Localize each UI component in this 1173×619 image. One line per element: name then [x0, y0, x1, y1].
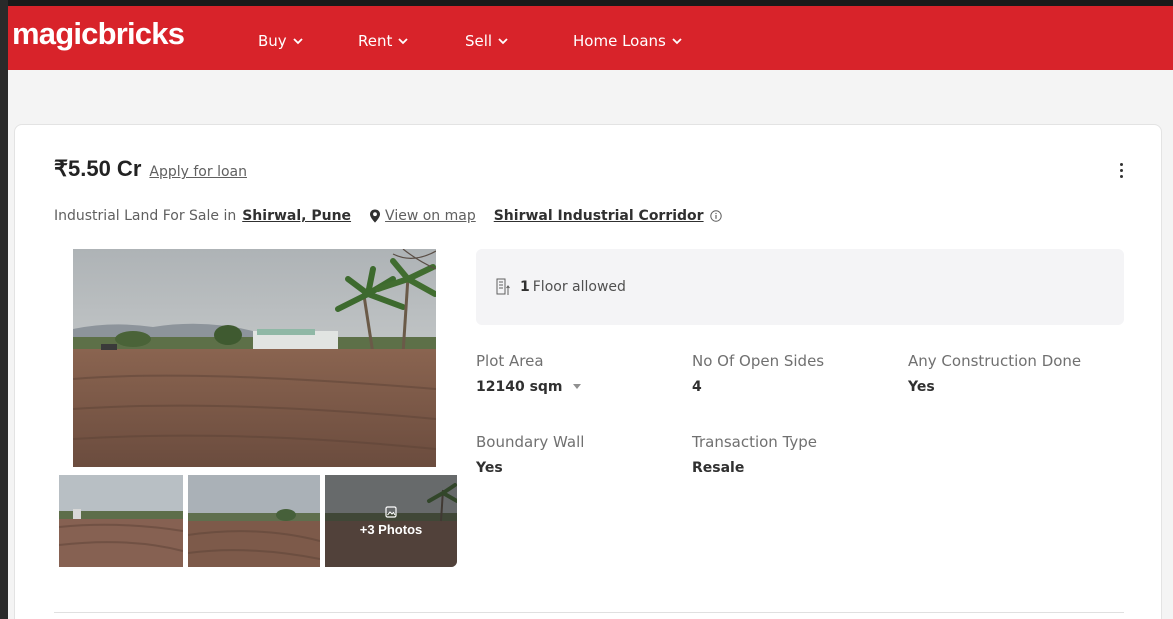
price-row: ₹5.50 Cr Apply for loan — [54, 156, 247, 182]
window-frame-left — [0, 0, 8, 619]
attr-label: Boundary Wall — [476, 433, 585, 451]
thumbnail-image — [59, 475, 183, 567]
attr-open-sides: No Of Open Sides 4 — [692, 352, 824, 395]
nav-sell-label: Sell — [465, 32, 493, 50]
map-pin-icon — [370, 209, 381, 223]
section-divider — [54, 612, 1124, 613]
property-type-text: Industrial Land For Sale in — [54, 208, 237, 224]
nav-buy-label: Buy — [258, 32, 287, 50]
property-price: ₹5.50 Cr — [54, 156, 142, 181]
attr-value: Resale — [692, 460, 745, 476]
attr-value: Yes — [908, 379, 935, 395]
corridor-link[interactable]: Shirwal Industrial Corridor — [494, 208, 704, 224]
info-icon[interactable] — [709, 210, 722, 222]
attr-boundary-wall: Boundary Wall Yes — [476, 433, 584, 476]
top-navbar: magicbricks Buy Rent Sell Home Loans — [8, 6, 1173, 70]
floors-count: 1 — [520, 279, 530, 295]
view-on-map-link[interactable]: View on map — [385, 208, 476, 224]
attr-value: 4 — [692, 379, 702, 395]
chevron-down-icon — [498, 38, 508, 45]
attr-plot-area: Plot Area 12140 sqm — [476, 352, 582, 395]
attr-label: Any Construction Done — [908, 352, 1082, 370]
photo-thumbnail-2[interactable] — [188, 475, 320, 567]
attr-value: 12140 sqm — [476, 379, 563, 395]
thumbnail-image — [188, 475, 320, 567]
more-photos-label: +3 Photos — [359, 521, 423, 537]
attr-label: No Of Open Sides — [692, 352, 825, 370]
attr-transaction-type: Transaction Type Resale — [692, 433, 817, 476]
kebab-menu-icon[interactable] — [1114, 160, 1128, 184]
chevron-down-icon — [398, 38, 409, 45]
caret-down-icon — [573, 384, 582, 389]
attr-label: Transaction Type — [692, 433, 818, 451]
property-subline: Industrial Land For Sale in Shirwal, Pun… — [54, 208, 722, 224]
more-photos-overlay: +3 Photos — [325, 475, 457, 567]
location-link[interactable]: Shirwal, Pune — [242, 208, 351, 224]
building-floor-icon — [496, 278, 510, 295]
nav-buy[interactable]: Buy — [258, 32, 303, 50]
nav-rent[interactable]: Rent — [358, 32, 409, 50]
chevron-down-icon — [293, 38, 303, 45]
main-property-photo[interactable] — [73, 249, 436, 467]
more-photos-thumbnail[interactable]: +3 Photos — [325, 475, 457, 567]
chevron-down-icon — [672, 38, 682, 45]
apply-loan-link[interactable]: Apply for loan — [149, 164, 247, 180]
nav-home-loans[interactable]: Home Loans — [573, 32, 682, 50]
floors-label: Floor allowed — [532, 279, 626, 295]
image-icon — [385, 505, 397, 518]
attr-label: Plot Area — [476, 352, 544, 370]
nav-home-loans-label: Home Loans — [573, 32, 666, 50]
nav-rent-label: Rent — [358, 32, 393, 50]
photo-thumbnail-1[interactable] — [59, 475, 183, 567]
plot-area-dropdown[interactable]: 12140 sqm — [476, 379, 582, 395]
floors-allowed-box: 1 Floor allowed — [476, 249, 1124, 325]
attr-value: Yes — [476, 460, 503, 476]
nav-sell[interactable]: Sell — [465, 32, 508, 50]
site-logo[interactable]: magicbricks — [12, 16, 185, 52]
attr-construction-done: Any Construction Done Yes — [908, 352, 1081, 395]
land-photo-image — [73, 249, 436, 467]
